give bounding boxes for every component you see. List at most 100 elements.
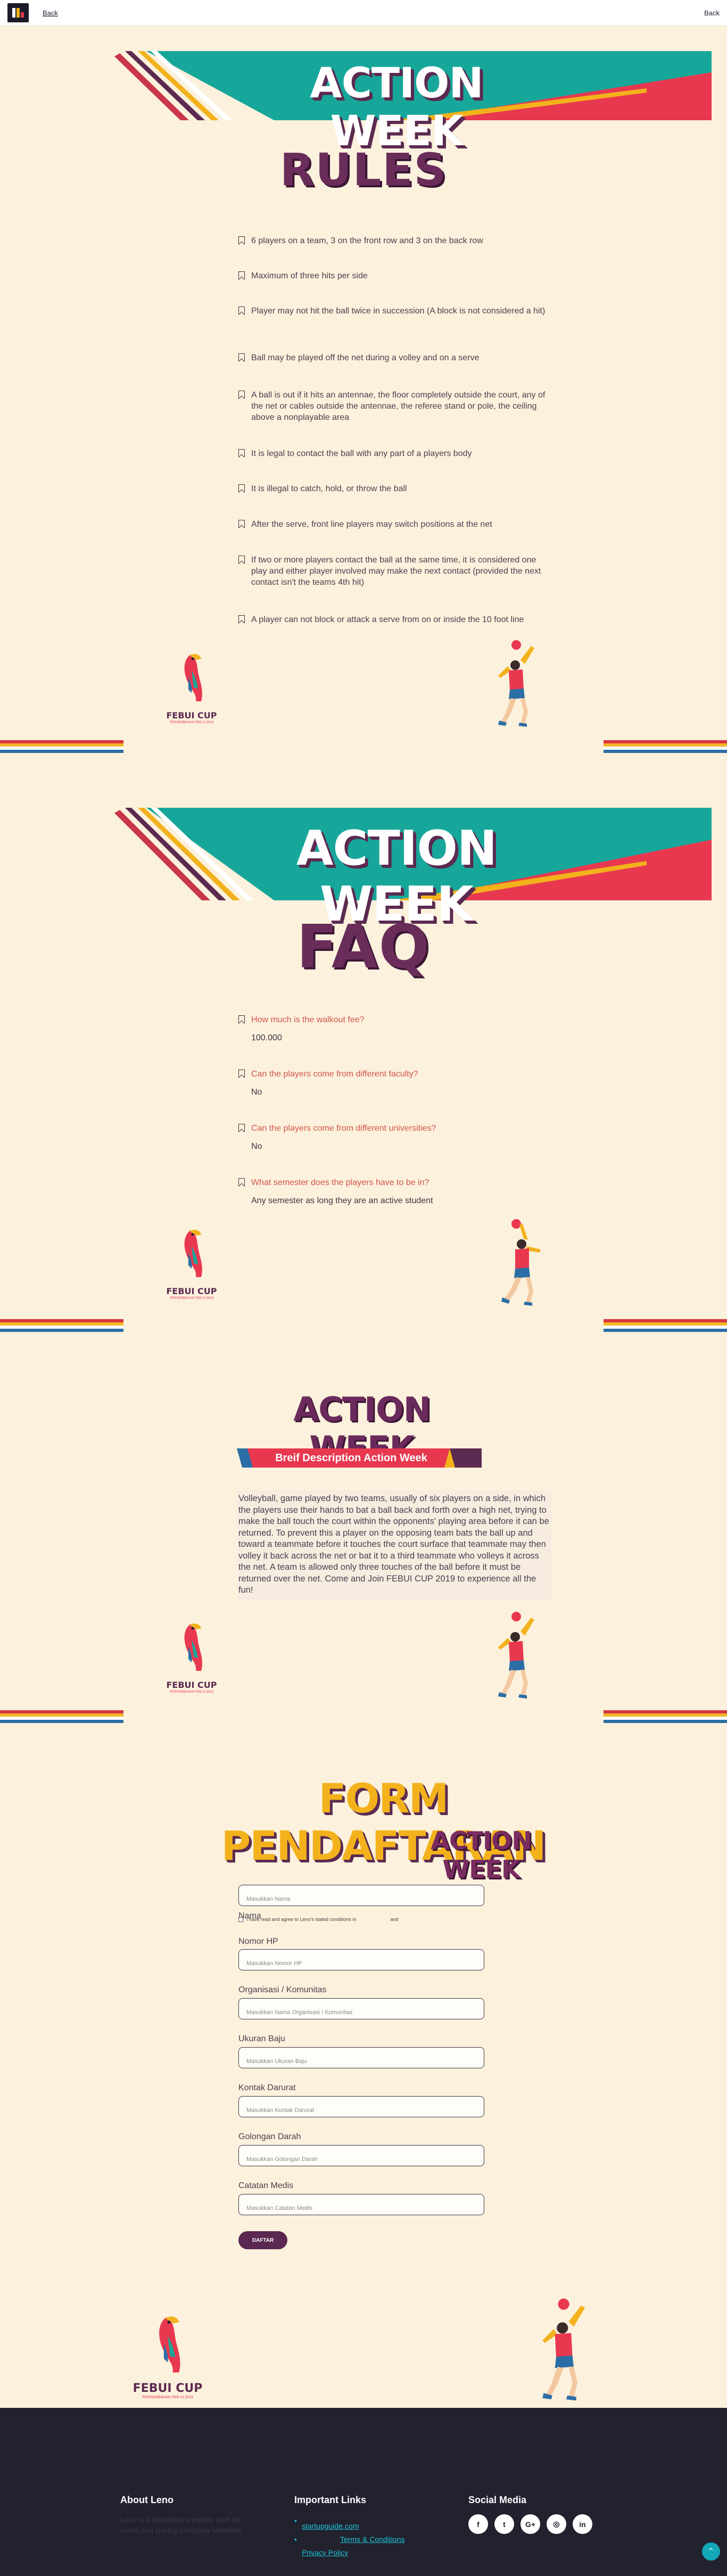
field-label-organisasi: Organisasi / Komunitas — [238, 1985, 327, 1994]
list-item: It is illegal to catch, hold, or throw t… — [238, 483, 547, 494]
catatan-medis-input[interactable] — [238, 2194, 484, 2215]
bookmark-icon — [238, 353, 245, 361]
back-to-top-button[interactable]: ⌃ — [702, 2542, 720, 2561]
volleyball-player-illustration — [490, 1610, 548, 1703]
faq-answer: No — [251, 1088, 262, 1097]
brief-description: Volleyball, game played by two teams, us… — [237, 1490, 551, 1600]
brief-ribbon-label: Breif Description Action Week — [275, 1452, 427, 1464]
submit-button[interactable]: DAFTAR — [238, 2231, 287, 2249]
faq-question[interactable]: Can the players come from different univ… — [251, 1123, 436, 1134]
agree-and: and — [390, 1917, 399, 1922]
agree-text: I have read and agree to Leno's stated c… — [246, 1917, 357, 1922]
bookmark-icon — [238, 449, 245, 457]
mascot-label: FEBUI CUP — [166, 710, 217, 720]
footer: About Leno Leno is a bootstrap template … — [0, 2408, 727, 2576]
mascot-sub: PERSEMBAHAN FEB UI 2019 — [142, 2396, 193, 2399]
brief-ribbon: Breif Description Action Week — [237, 1448, 482, 1468]
nav-right-back-link[interactable]: Back — [704, 9, 720, 17]
bookmark-icon — [238, 615, 245, 623]
instagram-icon[interactable]: ◎ — [547, 2514, 566, 2534]
stripes-left — [0, 1710, 123, 1723]
mascot-label: FEBUI CUP — [166, 1680, 217, 1690]
faq-answer: No — [251, 1142, 262, 1151]
bookmark-icon — [238, 556, 245, 564]
rules-heading: RULES — [279, 144, 448, 196]
bookmark-icon — [238, 1070, 245, 1078]
mascot-sub: PERSEMBAHAN FEB UI 2019 — [169, 1691, 214, 1694]
volleyball-player-icon — [542, 2298, 585, 2401]
list-item: It is legal to contact the ball with any… — [238, 448, 547, 459]
faq-answer: Any semester as long they are an active … — [251, 1196, 433, 1205]
field-label-ukuran-baju: Ukuran Baju — [238, 2034, 286, 2043]
agree-row: I have read and agree to Leno's stated c… — [238, 1917, 398, 1922]
bookmark-icon — [238, 520, 245, 528]
footer-about-heading: About Leno — [120, 2495, 174, 2505]
ukuran-baju-input[interactable] — [238, 2047, 484, 2068]
volleyball-player-icon — [498, 1612, 534, 1699]
list-item: If two or more players contact the ball … — [238, 554, 547, 588]
faq-item: What semester does the players have to b… — [238, 1177, 547, 1206]
footer-social: Social Media f t G+ ◎ in — [468, 2495, 592, 2534]
faq-question[interactable]: How much is the walkout fee? — [251, 1014, 365, 1025]
mascot-label: FEBUI CUP — [166, 1286, 217, 1296]
agree-checkbox[interactable] — [238, 1917, 243, 1922]
mascot-logo: FEBUI CUP PERSEMBAHAN FEB UI 2019 — [128, 2312, 208, 2399]
footer-link-startupguide[interactable]: startupguide.com — [302, 2522, 359, 2530]
footer-social-heading: Social Media — [468, 2495, 527, 2505]
nav-back-link[interactable]: Back — [43, 9, 58, 17]
arrow-up-icon: ⌃ — [707, 2547, 715, 2556]
top-navbar: Back Back — [0, 0, 727, 26]
list-item: Ball may be played off the net during a … — [238, 352, 547, 363]
action-week-banner: ACTION WEEK — [114, 51, 712, 155]
faq-heading: FAQ — [296, 913, 431, 982]
footer-about-text: Leno is a bootstrap template built for e… — [120, 2515, 242, 2534]
volleyball-player-illustration — [495, 1217, 553, 1311]
bookmark-icon — [238, 1015, 245, 1023]
golongan-darah-input[interactable] — [238, 2145, 484, 2166]
volleyball-player-icon — [501, 1219, 541, 1306]
stripes-left — [0, 740, 123, 753]
mascot-logo: FEBUI CUP PERSEMBAHAN FEB UI 2019 — [160, 650, 224, 724]
footer-link-privacy[interactable]: Privacy Policy — [302, 2548, 348, 2557]
volleyball-player-icon — [498, 640, 534, 727]
facebook-icon[interactable]: f — [468, 2514, 488, 2534]
nama-input[interactable] — [238, 1885, 484, 1906]
brand-logo[interactable] — [7, 3, 29, 22]
linkedin-icon[interactable]: in — [573, 2514, 592, 2534]
stripes-left — [0, 1319, 123, 1332]
parrot-icon — [184, 1624, 202, 1671]
list-item: After the serve, front line players may … — [238, 519, 547, 530]
parrot-icon — [184, 654, 202, 701]
list-item: Maximum of three hits per side — [238, 270, 547, 281]
field-label-kontak-darurat: Kontak Darurat — [238, 2083, 296, 2092]
mascot-logo: FEBUI CUP PERSEMBAHAN FEB UI 2019 — [160, 1620, 224, 1694]
faq-question[interactable]: Can the players come from different facu… — [251, 1068, 418, 1080]
form-subtitle: ACTION WEEK — [431, 1826, 532, 1884]
bookmark-icon — [238, 391, 245, 399]
bookmark-icon — [238, 1178, 245, 1186]
kontak-darurat-input[interactable] — [238, 2096, 484, 2117]
list-item: 6 players on a team, 3 on the front row … — [238, 235, 547, 246]
faq-answer: 100.000 — [251, 1033, 282, 1042]
footer-links-heading: Important Links — [294, 2495, 367, 2505]
list-item: A player can not block or attack a serve… — [238, 614, 547, 625]
list-item: Player may not hit the ball twice in suc… — [238, 305, 547, 317]
bookmark-icon — [238, 1124, 245, 1132]
footer-about: About Leno Leno is a bootstrap template … — [120, 2495, 256, 2536]
twitter-icon[interactable]: t — [494, 2514, 514, 2534]
faq-question[interactable]: What semester does the players have to b… — [251, 1177, 429, 1188]
google-plus-icon[interactable]: G+ — [521, 2514, 540, 2534]
volleyball-player-illustration — [532, 2297, 601, 2406]
stripes-right — [604, 740, 727, 753]
bookmark-icon — [238, 236, 245, 244]
nomor-hp-input[interactable] — [238, 1949, 484, 1970]
field-label-golongan-darah: Golongan Darah — [238, 2132, 301, 2141]
footer-link-item: Privacy Policy — [294, 2546, 404, 2560]
parrot-icon — [184, 1230, 202, 1277]
logo-icon — [12, 8, 24, 18]
action-week-banner: ACTION WEEK — [114, 808, 712, 932]
organisasi-input[interactable] — [238, 1998, 484, 2019]
footer-link-terms[interactable]: Terms & Conditions — [340, 2535, 404, 2544]
field-label-catatan-medis: Catatan Medis — [238, 2181, 294, 2190]
bookmark-icon — [238, 271, 245, 279]
